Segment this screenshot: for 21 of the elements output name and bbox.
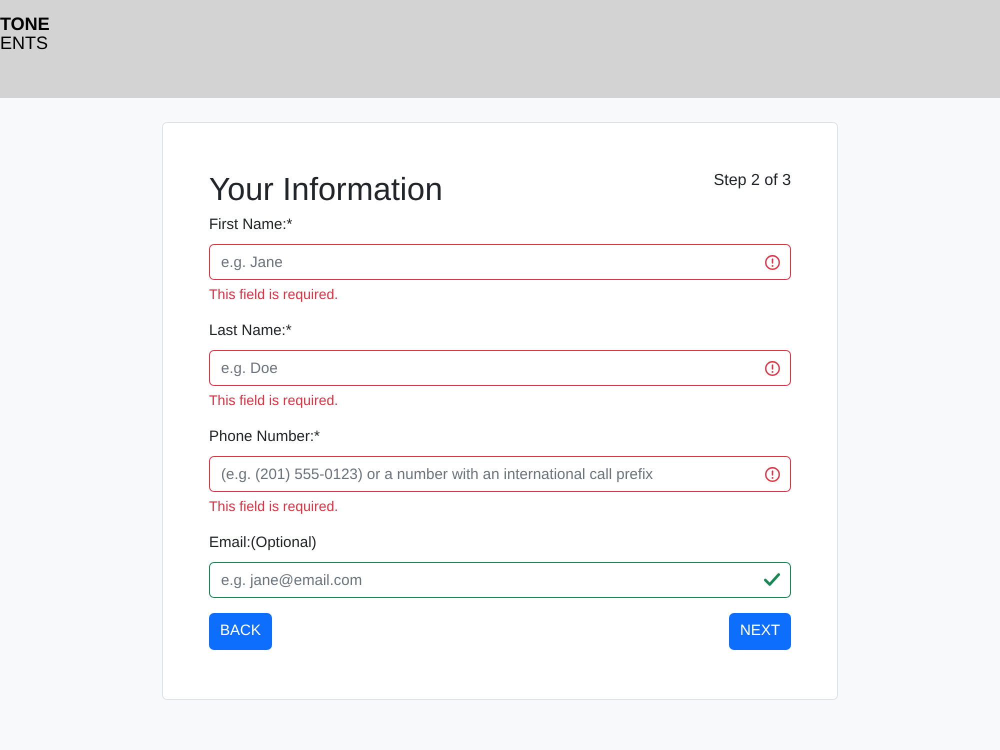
input-field[interactable]: e.g. jane@email.com bbox=[209, 562, 791, 598]
input-field[interactable]: e.g. Doe bbox=[209, 350, 791, 386]
error-icon bbox=[765, 254, 780, 270]
error-icon bbox=[765, 360, 780, 376]
form-title: Your Information bbox=[209, 170, 443, 209]
step-indicator: Step 2 of 3 bbox=[714, 171, 791, 191]
input-field[interactable]: (e.g. (201) 555-0123) or a number with an international call prefix bbox=[209, 456, 791, 492]
field-label: Email:(Optional) bbox=[209, 533, 317, 553]
nav-button[interactable]: BACK bbox=[209, 613, 272, 650]
field-label: Phone Number:* bbox=[209, 427, 320, 447]
field-label: Last Name:* bbox=[209, 321, 292, 341]
logo-text: TONE bbox=[0, 15, 50, 34]
field-label: First Name:* bbox=[209, 215, 292, 235]
checkmark-icon bbox=[764, 573, 780, 586]
logo-text: ENTS bbox=[0, 34, 50, 53]
nav-button[interactable]: NEXT bbox=[728, 613, 791, 650]
error-icon bbox=[765, 466, 780, 482]
error-message: This field is required. bbox=[209, 497, 338, 516]
error-message: This field is required. bbox=[209, 285, 338, 304]
error-message: This field is required. bbox=[209, 391, 338, 410]
input-field[interactable]: e.g. Jane bbox=[209, 244, 791, 280]
